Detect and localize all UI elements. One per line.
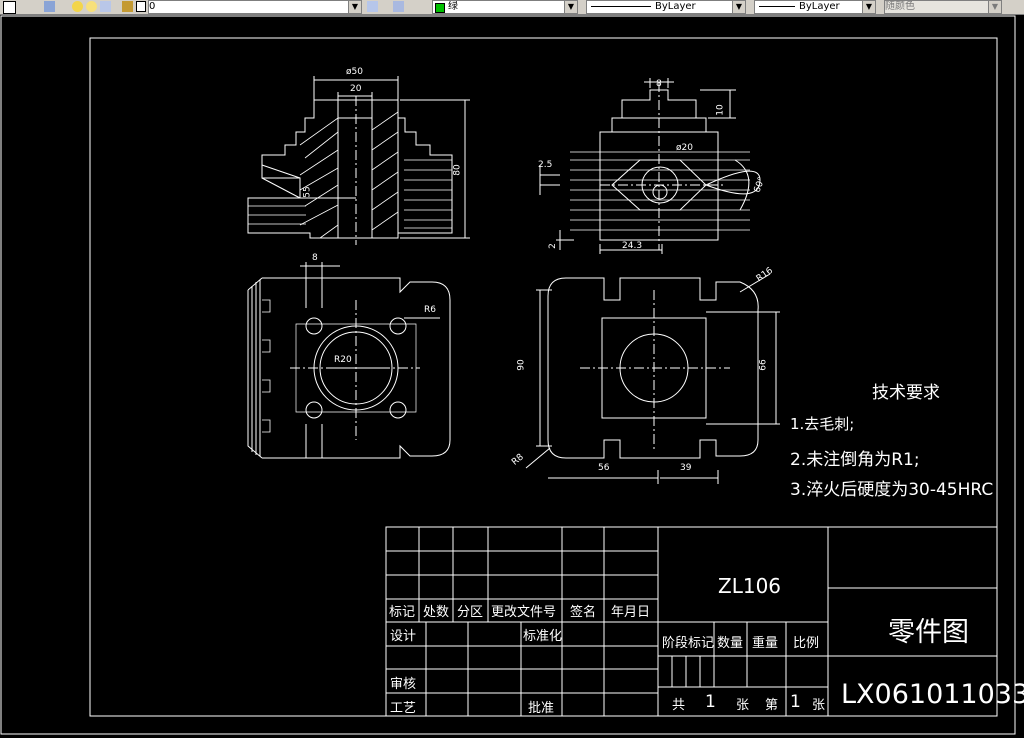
- plotstyle-value: 随颜色: [885, 1, 915, 12]
- properties-toolbar: 0 ▼ 绿 ▼ ByLayer ▼ ByLayer ▼ 随颜色 ▼: [0, 0, 1024, 15]
- dim-d66: 66: [758, 359, 769, 371]
- lock-icon[interactable]: [122, 1, 133, 12]
- tb-gong: 共: [672, 698, 686, 713]
- tech-title: 技术要求: [872, 383, 940, 403]
- linetype-value: ByLayer: [655, 1, 696, 12]
- tb-zhongliang: 重量: [752, 636, 779, 651]
- dim-d10: 10: [715, 104, 726, 116]
- color-swatch-icon: [435, 3, 445, 13]
- layer-value: 0: [149, 1, 156, 12]
- dim-d55: 55: [302, 186, 313, 198]
- lineweight-sample-icon: [759, 5, 795, 7]
- tb-bili: 比例: [793, 636, 820, 651]
- dim-d56: 56: [598, 463, 610, 473]
- top-view: [525, 273, 780, 484]
- dim-d20: 20: [350, 84, 362, 94]
- layer-previous-icon[interactable]: [393, 1, 404, 12]
- tb-gongyi: 工艺: [390, 701, 417, 716]
- tb-biaozhunhua: 标准化: [523, 629, 563, 644]
- tb-fenqu: 分区: [457, 605, 484, 620]
- chevron-down-icon[interactable]: ▼: [564, 1, 577, 13]
- linetype-sample-icon: [591, 5, 651, 7]
- dim-r6: R6: [424, 305, 436, 315]
- tb-di: 第: [765, 698, 779, 713]
- section-view: [247, 76, 470, 245]
- color-combo[interactable]: 绿 ▼: [432, 0, 578, 14]
- layer-combo[interactable]: 0 ▼: [148, 0, 362, 14]
- sun-icon[interactable]: [86, 1, 97, 12]
- tb-chushu: 处数: [423, 605, 450, 620]
- tb-gong-n: 1: [705, 692, 716, 712]
- tb-drawing-no: LX0610110332: [841, 679, 1024, 710]
- dim-d20b: ø20: [676, 143, 693, 153]
- layer-color-swatch-icon: [136, 1, 146, 12]
- lineweight-combo[interactable]: ByLayer ▼: [754, 0, 876, 14]
- chevron-down-icon[interactable]: ▼: [862, 1, 875, 13]
- drawing-canvas[interactable]: ø50 20 55 80 8 10 ø20 2.5 60° 2 24.3 8 R…: [0, 15, 1024, 738]
- tb-qianming: 签名: [570, 605, 597, 620]
- dim-r20: R20: [334, 355, 352, 365]
- paper-outline: [0, 15, 1016, 735]
- tb-shenhe: 审核: [390, 677, 417, 692]
- layer-manager-icon[interactable]: [3, 1, 16, 14]
- linetype-combo[interactable]: ByLayer ▼: [586, 0, 746, 14]
- cad-drawing: [0, 15, 1016, 735]
- make-current-layer-icon[interactable]: [367, 1, 378, 12]
- dim-d90: 90: [516, 359, 527, 371]
- tb-zhang1: 张: [736, 698, 750, 713]
- tb-sheji: 设计: [390, 629, 417, 644]
- dim-d39: 39: [680, 463, 692, 473]
- front-view: [539, 78, 761, 254]
- layer-states-icon[interactable]: [44, 1, 55, 12]
- dim-d8a: 8: [656, 79, 662, 89]
- dim-d8b: 8: [312, 253, 318, 263]
- chevron-down-icon[interactable]: ▼: [348, 1, 361, 13]
- tb-jieduan: 阶段标记: [662, 636, 715, 651]
- tb-zhang2: 张: [812, 698, 826, 713]
- lightbulb-icon[interactable]: [72, 1, 83, 12]
- tb-gengai: 更改文件号: [491, 605, 557, 620]
- tech-item-2: 2.未注倒角为R1;: [790, 450, 920, 470]
- dim-d25: 2.5: [538, 160, 553, 170]
- tech-item-1: 1.去毛刺;: [790, 415, 855, 433]
- color-value: 绿: [448, 1, 458, 12]
- tb-biaoji: 标记: [389, 605, 416, 620]
- chevron-down-icon[interactable]: ▼: [988, 1, 1001, 13]
- tb-pizhun: 批准: [528, 701, 555, 716]
- dim-d50: ø50: [346, 67, 363, 77]
- tb-shuliang: 数量: [717, 636, 744, 651]
- tb-di-n: 1: [790, 692, 801, 712]
- lineweight-value: ByLayer: [799, 1, 840, 12]
- dim-d243: 24.3: [622, 241, 643, 251]
- tb-nianyueri: 年月日: [611, 605, 651, 620]
- tech-item-3: 3.淬火后硬度为30-45HRC: [790, 480, 994, 500]
- chevron-down-icon[interactable]: ▼: [732, 1, 745, 13]
- dim-d80: 80: [452, 164, 463, 176]
- tb-part-name: 零件图: [888, 617, 969, 648]
- tb-material: ZL106: [718, 574, 782, 598]
- plotstyle-combo[interactable]: 随颜色 ▼: [884, 0, 1002, 14]
- dim-d2: 2: [547, 243, 558, 249]
- layer-lock-icon[interactable]: [100, 1, 111, 12]
